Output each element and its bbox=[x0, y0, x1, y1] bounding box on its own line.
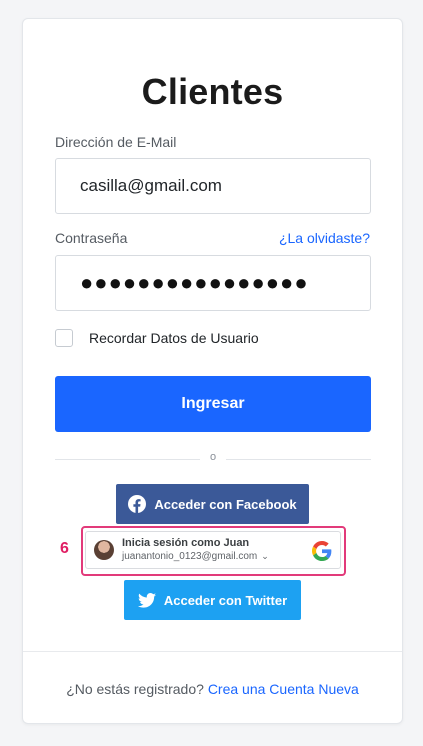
register-link[interactable]: Crea una Cuenta Nueva bbox=[208, 681, 359, 697]
google-signin-button[interactable]: Inicia sesión como Juan juanantonio_0123… bbox=[85, 531, 341, 569]
footer-divider bbox=[23, 651, 402, 652]
avatar bbox=[94, 540, 114, 560]
register-question: ¿No estás registrado? bbox=[66, 681, 204, 697]
facebook-icon bbox=[128, 495, 147, 513]
email-label: Dirección de E-Mail bbox=[55, 134, 177, 150]
login-button[interactable]: Ingresar bbox=[55, 376, 371, 432]
step-number-badge: 6 bbox=[60, 540, 69, 557]
facebook-label: Acceder con Facebook bbox=[154, 496, 297, 512]
footer: ¿No estás registrado? Crea una Cuenta Nu… bbox=[23, 681, 402, 697]
page-title: Clientes bbox=[141, 71, 284, 112]
divider-line-right bbox=[226, 459, 371, 460]
twitter-login-button[interactable]: Acceder con Twitter bbox=[124, 580, 301, 620]
chevron-down-icon[interactable]: ⌄ bbox=[261, 551, 269, 562]
twitter-label: Acceder con Twitter bbox=[163, 592, 288, 608]
password-label: Contraseña bbox=[55, 230, 128, 246]
password-field[interactable]: ●●●●●●●●●●●●●●●● bbox=[55, 255, 371, 311]
remember-me[interactable]: Recordar Datos de Usuario bbox=[55, 329, 259, 347]
remember-label: Recordar Datos de Usuario bbox=[89, 330, 259, 346]
divider-text: o bbox=[209, 451, 217, 463]
facebook-login-button[interactable]: Acceder con Facebook bbox=[116, 484, 309, 524]
remember-checkbox[interactable] bbox=[55, 329, 73, 347]
or-divider: o bbox=[55, 451, 371, 467]
google-account-name: Inicia sesión como Juan bbox=[122, 537, 250, 550]
twitter-icon bbox=[137, 592, 156, 608]
forgot-password-link[interactable]: ¿La olvidaste? bbox=[279, 230, 370, 246]
google-icon bbox=[312, 541, 332, 561]
email-field[interactable]: casilla@gmail.com bbox=[55, 158, 371, 214]
google-account-email: juanantonio_0123@gmail.com bbox=[122, 550, 258, 562]
login-card: Clientes Dirección de E-Mail casilla@gma… bbox=[22, 18, 403, 724]
